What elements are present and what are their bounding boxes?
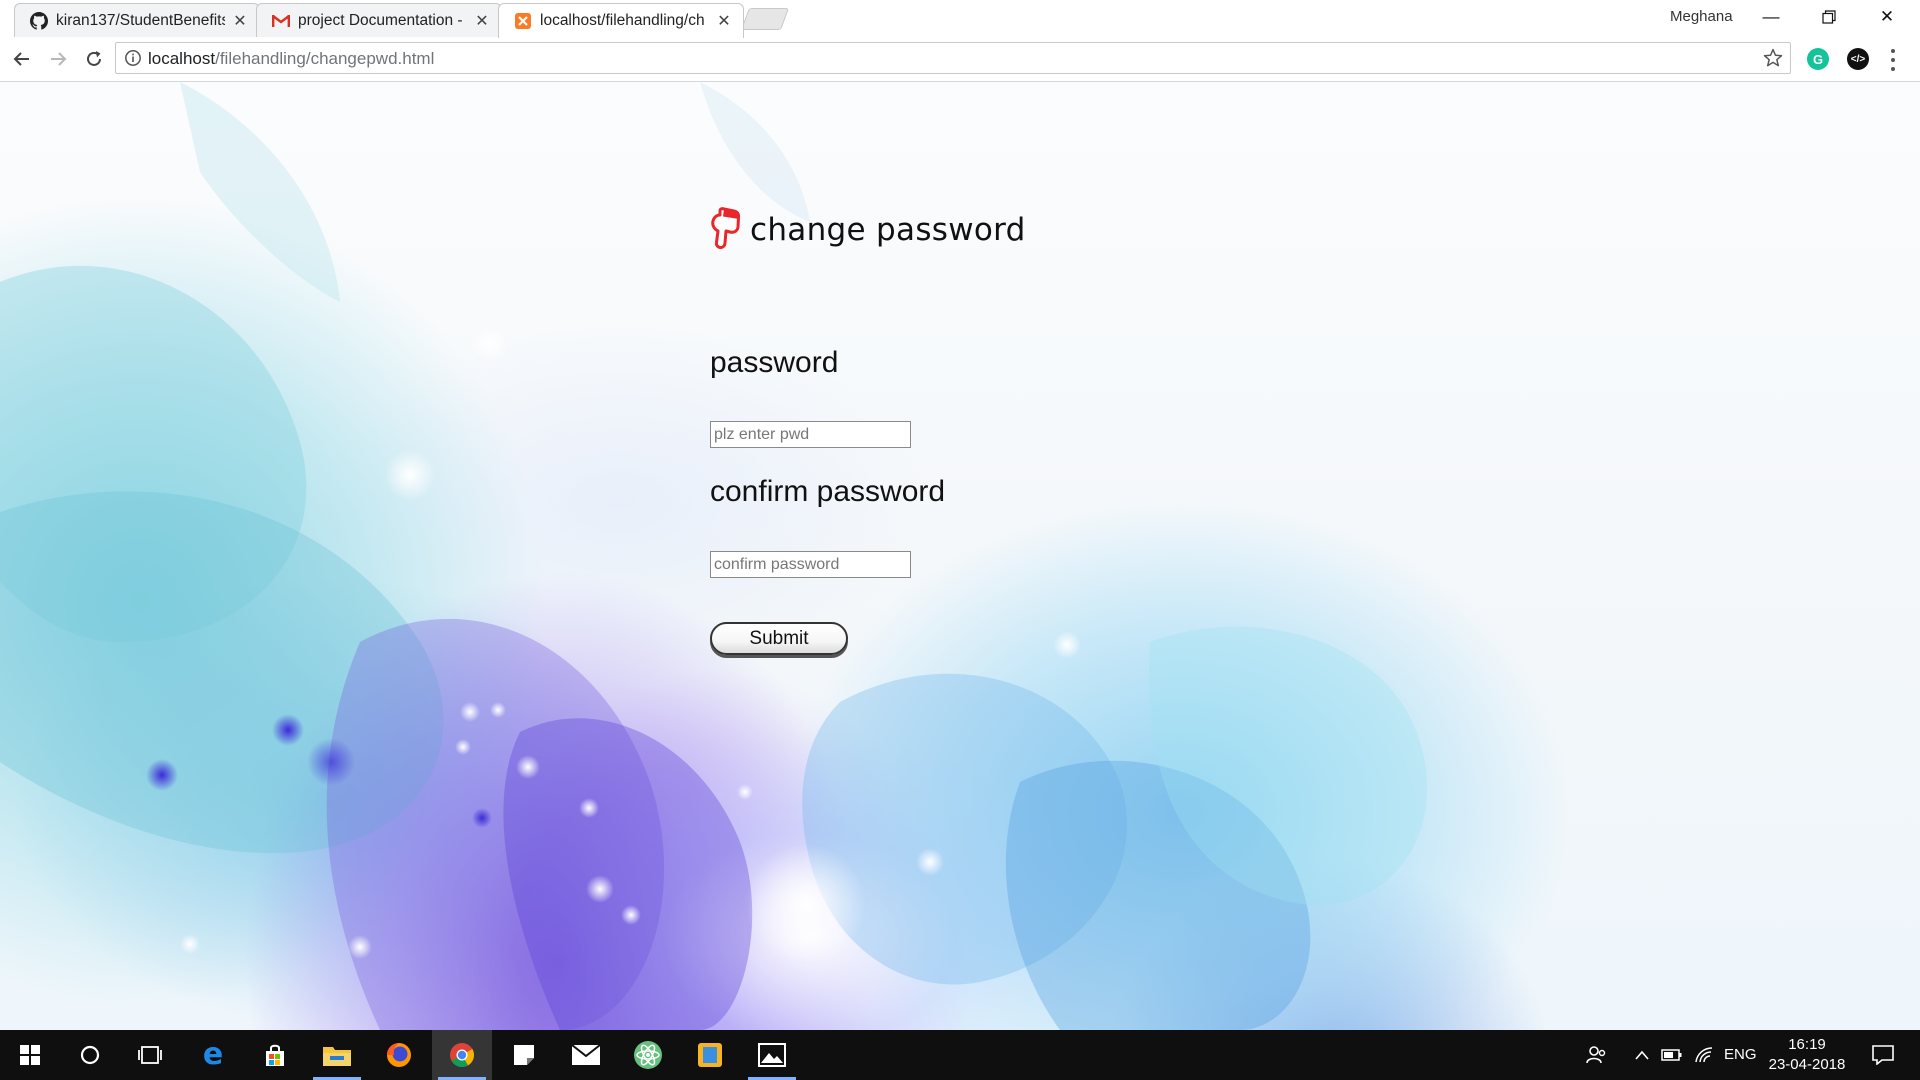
edge-icon[interactable]: e <box>183 1030 243 1080</box>
tab-strip: kiran137/StudentBenefits ✕ project Docum… <box>0 0 1920 38</box>
minimize-icon[interactable]: — <box>1742 0 1800 34</box>
gmail-icon <box>271 11 291 31</box>
url-path: /filehandling/changepwd.html <box>215 49 435 68</box>
notifications-icon[interactable] <box>1858 1030 1908 1080</box>
page-title: change password <box>750 212 1026 248</box>
sticky-notes-icon[interactable] <box>494 1030 554 1080</box>
bookmark-star-icon[interactable] <box>1762 47 1784 69</box>
profile-name[interactable]: Meghana <box>1670 8 1733 25</box>
url-host: localhost <box>148 49 216 68</box>
new-tab-button[interactable] <box>740 8 790 30</box>
clock-time: 16:19 <box>1788 1036 1826 1053</box>
mail-icon[interactable] <box>556 1030 616 1080</box>
grammarly-icon[interactable]: G <box>1807 48 1829 70</box>
atom-icon[interactable] <box>618 1030 678 1080</box>
address-bar[interactable]: localhost/filehandling/changepwd.html <box>115 42 1791 74</box>
store-icon[interactable] <box>245 1030 305 1080</box>
tab-title: project Documentation - <box>298 11 463 29</box>
show-hidden-icons-icon[interactable] <box>1626 1030 1658 1080</box>
tab-localhost[interactable]: localhost/filehandling/ch ✕ <box>498 3 744 38</box>
windows-taskbar: e ENG 16:19 23-04-2018 <box>0 1030 1920 1080</box>
chrome-icon[interactable] <box>432 1030 492 1080</box>
back-icon[interactable] <box>6 43 38 75</box>
forward-icon[interactable] <box>42 43 74 75</box>
code-extension-icon[interactable]: </> <box>1847 48 1869 70</box>
clock-date: 23-04-2018 <box>1768 1056 1846 1073</box>
close-icon[interactable]: ✕ <box>231 12 249 30</box>
tab-github[interactable]: kiran137/StudentBenefits ✕ <box>14 3 260 37</box>
people-icon[interactable] <box>1566 1030 1626 1080</box>
tab-title: kiran137/StudentBenefits <box>56 11 225 29</box>
github-icon <box>29 11 49 31</box>
confirm-password-label: confirm password <box>710 475 946 508</box>
clock[interactable]: 16:19 23-04-2018 <box>1760 1035 1854 1075</box>
close-icon[interactable]: ✕ <box>715 12 733 30</box>
cortana-icon[interactable] <box>60 1030 120 1080</box>
firefox-icon[interactable] <box>369 1030 429 1080</box>
close-window-icon[interactable]: ✕ <box>1858 0 1916 34</box>
windows-start-icon[interactable] <box>0 1030 60 1080</box>
menu-icon[interactable] <box>1888 49 1898 71</box>
close-icon[interactable]: ✕ <box>473 12 491 30</box>
url-text[interactable]: localhost/filehandling/changepwd.html <box>148 49 434 69</box>
confirm-password-input[interactable] <box>710 551 911 578</box>
submit-button[interactable]: Submit <box>710 622 848 655</box>
photos-icon[interactable] <box>742 1030 802 1080</box>
restore-icon[interactable] <box>1800 0 1858 34</box>
page-heading: change password <box>708 206 1026 254</box>
pointing-hand-icon <box>711 207 741 250</box>
app-icon[interactable] <box>680 1030 740 1080</box>
info-icon[interactable] <box>124 49 142 67</box>
reload-icon[interactable] <box>78 43 110 75</box>
task-view-icon[interactable] <box>120 1030 180 1080</box>
language-indicator[interactable]: ENG <box>1724 1046 1757 1063</box>
change-password-form: change password password confirm passwor… <box>0 82 1920 1030</box>
password-input[interactable] <box>710 421 911 448</box>
page-viewport: change password password confirm passwor… <box>0 82 1920 1030</box>
tab-gmail[interactable]: project Documentation - ✕ <box>256 3 502 37</box>
file-explorer-icon[interactable] <box>307 1030 367 1080</box>
password-label: password <box>710 346 839 379</box>
tab-title: localhost/filehandling/ch <box>540 12 705 29</box>
wifi-icon[interactable] <box>1688 1030 1720 1080</box>
battery-icon[interactable] <box>1656 1030 1688 1080</box>
browser-toolbar: localhost/filehandling/changepwd.html G … <box>0 37 1920 82</box>
xampp-icon <box>513 11 533 31</box>
